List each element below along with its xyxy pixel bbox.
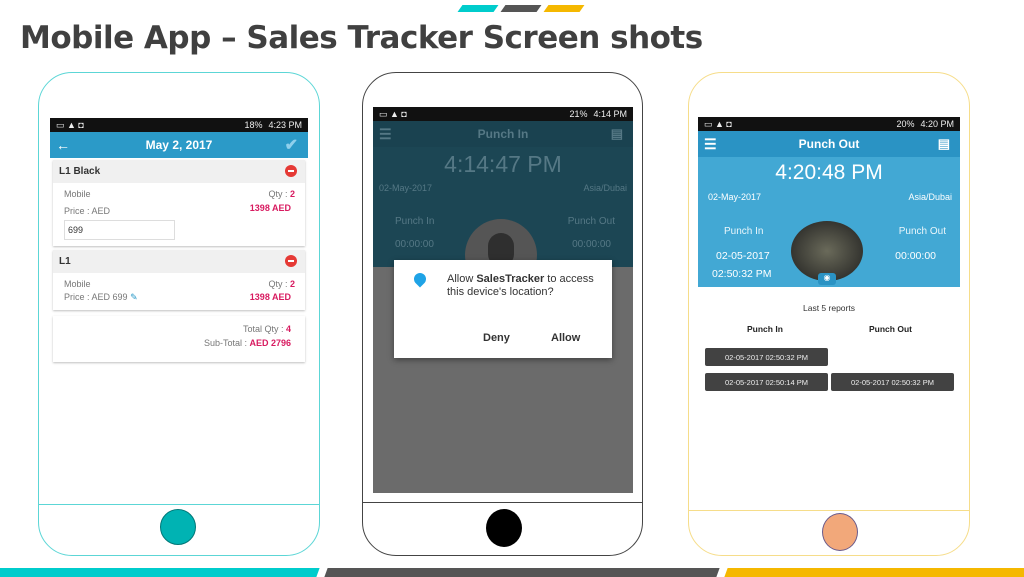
qty-value: 2 [289, 279, 295, 289]
price-label: Price : AED 699 [64, 292, 128, 302]
date: 02-May-2017 [708, 192, 762, 202]
subtotal: AED 2796 [249, 338, 291, 348]
item-total: 1398 AED [249, 292, 291, 302]
punch-in-time: 02:50:32 PM [712, 268, 772, 280]
divider [689, 510, 969, 511]
location-pin-icon [411, 270, 429, 288]
item-name: L1 [59, 256, 71, 267]
permission-dialog: Allow SalesTracker to access this device… [394, 260, 612, 358]
divider [39, 504, 319, 505]
arrow-left-icon[interactable]: ← [56, 137, 70, 153]
punch-out-label: Punch Out [898, 226, 946, 237]
punch-in-screen: ▭ ▲ ◘ 21% 4:14 PM ☰ Punch In ▤ 4:14:47 PM … [373, 107, 633, 493]
col-punch-out: Punch Out [869, 324, 912, 334]
report-punch-out[interactable]: 02-05-2017 02:50:32 PM [831, 373, 954, 391]
time: 4:20 PM [920, 119, 954, 129]
home-button[interactable] [822, 513, 858, 551]
reports-title: Last 5 reports [803, 303, 855, 313]
item-card: L1 Mobile Qty : 2 Price : AED 699 ✎ 1398… [53, 250, 305, 310]
report-punch-in[interactable]: 02-05-2017 02:50:14 PM [705, 373, 828, 391]
subtotal-label: Sub-Total : [203, 338, 250, 348]
app-bar: ← May 2, 2017 ✔ [50, 132, 308, 158]
menu-icon[interactable]: ☰ [704, 136, 717, 153]
total-qty: 4 [285, 324, 291, 334]
qty-label: Qty : [268, 279, 290, 289]
app-bar: ☰ Punch In ▤ [373, 121, 633, 147]
menu-icon[interactable]: ☰ [379, 126, 392, 143]
item-card: L1 Black Mobile Qty : 2 Price : AED 1398… [53, 160, 305, 246]
price-label: Price : AED [64, 206, 111, 216]
screen-title: Punch In [477, 127, 529, 141]
date-title: May 2, 2017 [145, 138, 213, 152]
home-button[interactable] [160, 509, 196, 545]
col-punch-in: Punch In [747, 324, 783, 334]
status-icons: ▭ ▲ ◘ [56, 119, 84, 130]
slide-title: Mobile App – Sales Tracker Screen shots [20, 20, 703, 56]
time: 4:23 PM [268, 120, 302, 130]
profile-photo[interactable] [791, 221, 863, 281]
punch-out-screen: ▭ ▲ ◘ 20% 4:20 PM ☰ Punch Out ▤ 4:20:48 PM… [698, 117, 960, 507]
decor-stripe [543, 5, 585, 12]
punch-header: ☰ Punch Out ▤ 4:20:48 PM 02-May-2017 Asi… [698, 131, 960, 287]
summary-card: Total Qty : 4 Sub-Total : AED 2796 [53, 316, 305, 362]
punch-in-label: Punch In [395, 216, 435, 227]
divider [363, 502, 642, 503]
qty-label: Qty : [268, 189, 290, 199]
clock: 4:20:48 PM [775, 161, 883, 184]
punch-out-value: 00:00:00 [895, 250, 936, 262]
battery: 20% [896, 119, 915, 129]
screen-title: Punch Out [798, 137, 860, 151]
status-icons: ▭ ▲ ◘ [704, 118, 732, 129]
time: 4:14 PM [593, 109, 627, 119]
decor-stripe [457, 5, 499, 12]
text: Allow [447, 273, 477, 285]
status-bar: ▭ ▲ ◘ 21% 4:14 PM [373, 107, 633, 121]
status-bar: ▭ ▲ ◘ 20% 4:20 PM [698, 117, 960, 131]
allow-button[interactable]: Allow [551, 332, 580, 344]
edit-pencil-icon[interactable]: ✎ [130, 292, 138, 302]
app-bar: ☰ Punch Out ▤ [698, 131, 960, 157]
app-name: SalesTracker [476, 273, 545, 285]
document-icon[interactable]: ▤ [938, 136, 950, 152]
deny-button[interactable]: Deny [483, 332, 510, 344]
order-screen: ▭ ▲ ◘ 18% 4:23 PM ← May 2, 2017 ✔ L1 Black… [50, 118, 308, 368]
item-type: Mobile [64, 189, 91, 199]
punch-out-label: Punch Out [567, 216, 615, 227]
item-type: Mobile [64, 279, 91, 289]
decor-stripe [500, 5, 542, 12]
qty-value: 2 [289, 189, 295, 199]
punch-in-label: Punch In [724, 226, 764, 237]
total-qty-label: Total Qty : [242, 324, 286, 334]
item-name: L1 Black [59, 166, 101, 177]
battery: 21% [569, 109, 588, 119]
home-button[interactable] [486, 509, 522, 547]
remove-icon[interactable] [285, 165, 297, 177]
clock: 4:14:47 PM [444, 151, 562, 177]
date: 02-May-2017 [379, 183, 433, 193]
punch-in-value: 00:00:00 [395, 239, 434, 250]
dialog-message: Allow SalesTracker to access this device… [447, 273, 597, 299]
camera-icon[interactable]: ◉ [818, 273, 836, 285]
report-punch-in[interactable]: 02-05-2017 02:50:32 PM [705, 348, 828, 366]
status-icons: ▭ ▲ ◘ [379, 108, 407, 119]
document-icon[interactable]: ▤ [611, 126, 623, 142]
remove-icon[interactable] [285, 255, 297, 267]
punch-in-date: 02-05-2017 [716, 250, 770, 262]
timezone: Asia/Dubai [583, 183, 627, 193]
status-bar: ▭ ▲ ◘ 18% 4:23 PM [50, 118, 308, 132]
timezone: Asia/Dubai [908, 192, 952, 202]
punch-out-value: 00:00:00 [572, 239, 611, 250]
item-total: 1398 AED [249, 203, 291, 213]
check-icon[interactable]: ✔ [285, 135, 298, 155]
price-input[interactable]: 699 [64, 220, 175, 240]
battery: 18% [244, 120, 263, 130]
punch-header: ☰ Punch In ▤ 4:14:47 PM 02-May-2017 Asia… [373, 121, 633, 291]
